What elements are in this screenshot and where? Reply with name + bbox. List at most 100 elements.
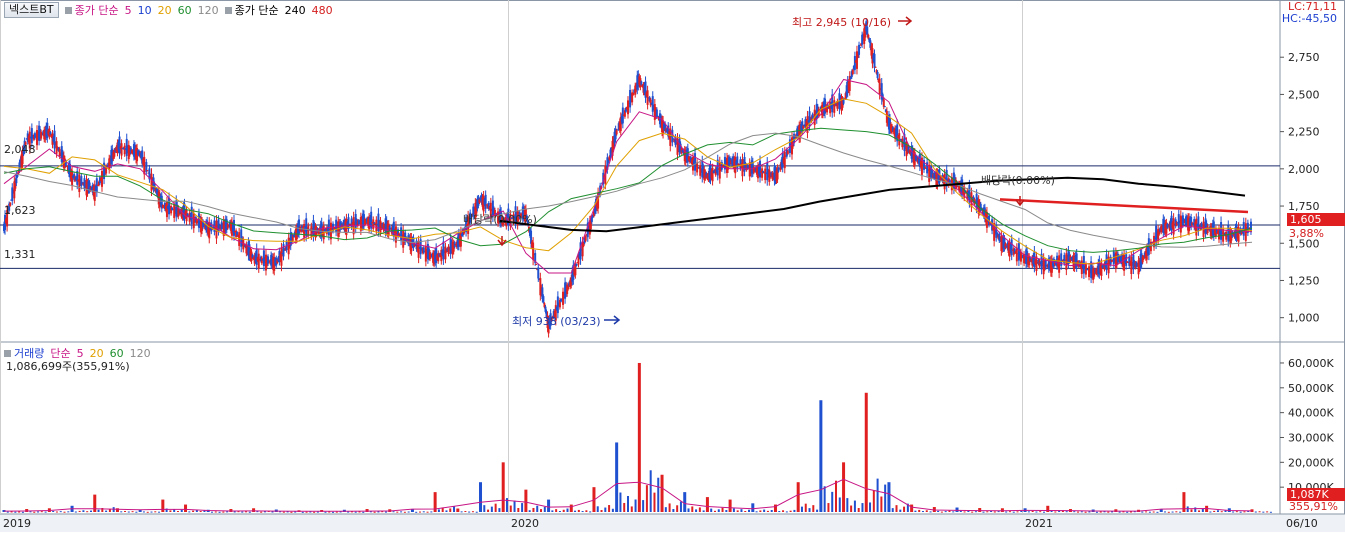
legend-period-480[interactable]: 480 [312,4,333,17]
volume-bar [37,511,40,513]
price-candle-body [1004,243,1007,249]
volume-bar [1016,511,1019,513]
volume-bar [978,508,982,512]
volume-bar [740,509,743,512]
volume-bar [524,489,528,512]
legend-period-20[interactable]: 20 [158,4,172,17]
volume-bar [479,482,483,512]
volume-bar [400,511,403,513]
volume-bar [713,510,716,512]
volume-bar [6,511,9,513]
time-tick-label: 2021 [1025,517,1053,530]
volume-bar [695,509,698,512]
volume-bar [1073,511,1076,513]
volume-bar [698,507,701,512]
volume-bar [1164,511,1167,513]
legend-square-icon [4,350,11,357]
stock-name-button[interactable]: 넥스트BT [4,2,59,18]
volume-bar [1000,508,1004,512]
legend-period-240[interactable]: 240 [285,4,306,17]
volume-bar [1012,511,1015,513]
volume-bar [93,494,97,512]
volume-bar [1220,511,1223,513]
price-candle-body [190,206,193,224]
volume-bar [668,503,671,512]
volume-bar [150,511,153,513]
volume-bar [218,511,221,513]
volume-bar [1107,511,1110,513]
price-candle-body [584,236,587,241]
volume-tick-label: 30,000K [1288,431,1334,444]
volume-bar [10,511,13,513]
time-tick-label: 2020 [511,517,539,530]
volume-bar [971,511,974,513]
volume-bar [1258,511,1261,513]
volume-bar [608,505,611,512]
volume-bar [460,511,463,513]
price-candle-body [484,194,487,209]
volume-bar [437,509,440,512]
volume-bar [1148,511,1151,513]
level-label-2048: 2,048 [4,143,36,156]
volume-bar [955,507,959,512]
volume-bar [1254,511,1257,513]
dividend-annotation-1: 배당락(0.00%) [463,213,537,226]
volume-bar [241,511,244,513]
legend-period-60[interactable]: 60 [178,4,192,17]
volume-bar [426,511,429,513]
volume-bar [1209,511,1212,513]
volume-bar [1145,511,1148,513]
volume-bar [1039,511,1042,513]
volume-bar [430,511,433,513]
legend-period-120[interactable]: 120 [198,4,219,17]
volume-bar [710,508,713,512]
volume-bar [282,511,285,513]
volume-bar [1088,511,1091,513]
volume-bar [748,509,751,512]
volume-bar [812,505,815,512]
volume-bar [86,511,89,513]
volume-bar [804,503,807,512]
high-annotation: 최고 2,945 (10/16) [792,16,892,29]
volume-bar [509,505,512,512]
price-tick-label: 1,000 [1288,312,1320,325]
volume-bar [40,511,43,513]
price-candle-body [883,106,886,108]
volume-bar [838,497,841,512]
moving-average-line [3,132,1253,248]
price-candle-body [80,176,83,187]
price-candle-body [257,253,260,269]
volume-bar [1020,510,1023,512]
legend-period-5[interactable]: 5 [125,4,132,17]
volume-bar [891,508,894,512]
volume-bar [131,511,134,513]
volume-bar [453,506,456,512]
volume-bar [846,498,849,512]
volume-bar [600,510,603,512]
volume-bar [33,511,36,513]
volume-bar [1235,511,1238,513]
volume-bar [880,496,883,512]
volume-bar [1156,511,1159,513]
volume-bar [642,500,645,512]
legend-period-120[interactable]: 120 [130,347,151,360]
price-candle-body [186,213,189,216]
volume-bar [755,511,758,513]
price-candle-body [833,100,836,113]
volume-bar [653,492,656,512]
price-candle-body [100,171,103,187]
volume-bar [226,511,229,513]
price-candle-body [305,218,308,236]
legend-period-10[interactable]: 10 [138,4,152,17]
volume-bar [74,511,77,513]
dividend-annotation-2: 배당락(0.00%) [981,174,1055,187]
volume-bar [732,508,735,512]
price-candle-body [859,47,862,49]
price-candle-body [307,225,310,236]
volume-bar [199,511,202,513]
volume-bar [581,511,584,513]
volume-bar [158,511,161,513]
volume-bar [717,509,720,512]
volume-bar [1126,511,1129,513]
outer-border [0,0,1345,532]
